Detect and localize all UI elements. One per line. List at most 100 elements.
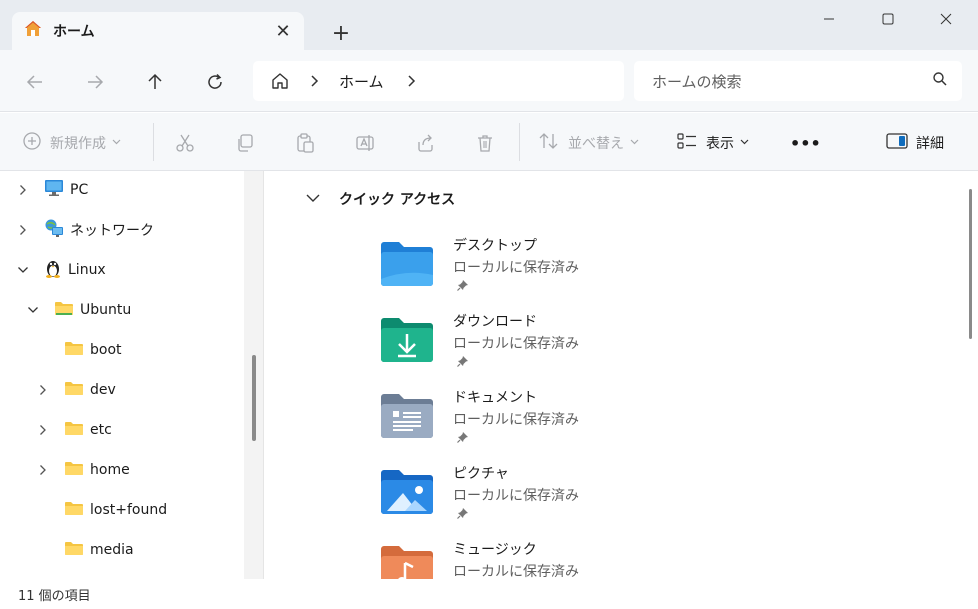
item-name: ダウンロード	[453, 314, 537, 330]
item-location: ローカルに保存済み	[453, 488, 579, 504]
quick-access-header[interactable]: クイック アクセス	[305, 189, 455, 209]
back-icon[interactable]	[20, 67, 50, 97]
minimize-icon[interactable]	[809, 6, 849, 32]
sidebar-item-etc[interactable]: etc	[36, 416, 112, 444]
folder-icon	[64, 460, 84, 480]
folder-icon	[64, 340, 84, 360]
chevron-right-icon[interactable]	[16, 224, 30, 236]
tab-title: ホーム	[53, 24, 95, 40]
content-scrollbar-thumb[interactable]	[969, 189, 972, 339]
network-icon	[44, 218, 64, 242]
item-location: ローカルに保存済み	[453, 260, 579, 276]
sidebar-item-ubuntu[interactable]: Ubuntu	[26, 296, 131, 324]
sidebar-item-home[interactable]: home	[36, 456, 130, 484]
chevron-down-icon[interactable]	[305, 191, 321, 207]
item-count: 11 個の項目	[18, 588, 91, 604]
maximize-icon[interactable]	[868, 6, 908, 32]
details-button[interactable]: 詳細	[886, 129, 944, 157]
pictures-folder-icon	[379, 467, 435, 515]
desktop-folder-icon	[379, 239, 435, 287]
forward-icon[interactable]	[80, 67, 110, 97]
new-tab-button[interactable]: +	[328, 20, 354, 46]
folder-icon	[64, 420, 84, 440]
chevron-right-icon[interactable]	[36, 464, 50, 476]
sort-icon	[538, 131, 560, 155]
sidebar-item-media[interactable]: media	[36, 536, 134, 564]
address-bar[interactable]: ホーム	[253, 61, 624, 101]
close-window-icon[interactable]	[926, 6, 966, 32]
sort-label: 並べ替え	[568, 136, 624, 152]
chevron-right-icon[interactable]	[309, 75, 321, 87]
pc-icon	[44, 179, 64, 201]
sidebar-scrollbar[interactable]	[244, 171, 263, 579]
chevron-down-icon[interactable]	[16, 266, 30, 274]
chevron-down-icon	[740, 138, 749, 148]
copy-icon[interactable]	[235, 129, 255, 157]
quick-access-item-downloads[interactable]: ダウンロード ローカルに保存済み	[379, 311, 679, 381]
quick-access-item-music[interactable]: ミュージック ローカルに保存済み	[379, 539, 679, 579]
folder-icon	[54, 300, 74, 320]
pin-icon	[457, 355, 469, 371]
refresh-icon[interactable]	[200, 67, 230, 97]
item-location: ローカルに保存済み	[453, 336, 579, 352]
chevron-right-icon[interactable]	[36, 384, 50, 396]
details-pane-icon	[886, 132, 908, 154]
divider	[519, 123, 520, 161]
item-name: ドキュメント	[453, 390, 537, 406]
sidebar-scrollbar-thumb[interactable]	[252, 355, 256, 441]
linux-icon	[44, 258, 62, 282]
sidebar-item-label: PC	[70, 182, 89, 198]
paste-icon[interactable]	[295, 129, 315, 157]
sidebar-item-label: dev	[90, 382, 116, 398]
delete-icon[interactable]	[475, 129, 495, 157]
sidebar-item-lost-found[interactable]: lost+found	[36, 496, 167, 524]
more-options-icon[interactable]: •••	[790, 129, 821, 157]
navigation-bar: ホーム ホームの検索	[0, 50, 978, 112]
sidebar-item-label: boot	[90, 342, 122, 358]
item-name: デスクトップ	[453, 238, 537, 254]
search-input[interactable]: ホームの検索	[634, 61, 962, 101]
search-placeholder: ホームの検索	[652, 72, 742, 91]
chevron-down-icon	[112, 138, 121, 148]
sort-button[interactable]: 並べ替え	[538, 129, 639, 157]
quick-access-item-desktop[interactable]: デスクトップ ローカルに保存済み	[379, 235, 679, 305]
chevron-down-icon[interactable]	[26, 306, 40, 314]
view-button[interactable]: 表示	[676, 129, 749, 157]
sidebar-item-label: Linux	[68, 262, 106, 278]
item-name: ピクチャ	[453, 466, 509, 482]
quick-access-item-documents[interactable]: ドキュメント ローカルに保存済み	[379, 387, 679, 457]
downloads-folder-icon	[379, 315, 435, 363]
chevron-right-icon[interactable]	[16, 184, 30, 196]
rename-icon[interactable]	[355, 129, 375, 157]
view-list-icon	[676, 131, 698, 155]
sidebar-item-label: lost+found	[90, 502, 168, 518]
navigation-pane: PC ネットワーク Linux Ubuntu boot dev etc home…	[0, 171, 264, 579]
address-home-icon[interactable]	[265, 66, 295, 96]
sidebar-item-network[interactable]: ネットワーク	[16, 216, 154, 244]
chevron-right-icon[interactable]	[36, 424, 50, 436]
sidebar-item-dev[interactable]: dev	[36, 376, 116, 404]
sidebar-item-boot[interactable]: boot	[36, 336, 122, 364]
sidebar-item-linux[interactable]: Linux	[16, 256, 106, 284]
tab-home[interactable]: ホーム ✕	[12, 12, 304, 50]
share-icon[interactable]	[415, 129, 435, 157]
quick-access-item-pictures[interactable]: ピクチャ ローカルに保存済み	[379, 463, 679, 533]
plus-circle-icon	[22, 131, 42, 155]
pin-icon	[457, 279, 469, 295]
item-name: ミュージック	[453, 542, 537, 558]
details-label: 詳細	[916, 136, 944, 152]
new-button[interactable]: 新規作成	[22, 129, 121, 157]
command-bar: 新規作成 並べ替え 表示 ••• 詳細	[0, 113, 978, 171]
sidebar-item-label: Ubuntu	[80, 302, 132, 318]
sidebar-item-label: media	[90, 542, 134, 558]
sidebar-item-pc[interactable]: PC	[16, 176, 88, 204]
address-segment[interactable]: ホーム	[339, 71, 384, 92]
sidebar-item-label: etc	[90, 422, 112, 438]
cut-icon[interactable]	[175, 129, 195, 157]
search-icon[interactable]	[932, 71, 948, 91]
chevron-down-icon	[630, 138, 639, 148]
chevron-right-icon[interactable]	[406, 75, 418, 87]
close-tab-icon[interactable]: ✕	[272, 20, 294, 42]
new-label: 新規作成	[50, 136, 106, 152]
up-icon[interactable]	[140, 67, 170, 97]
